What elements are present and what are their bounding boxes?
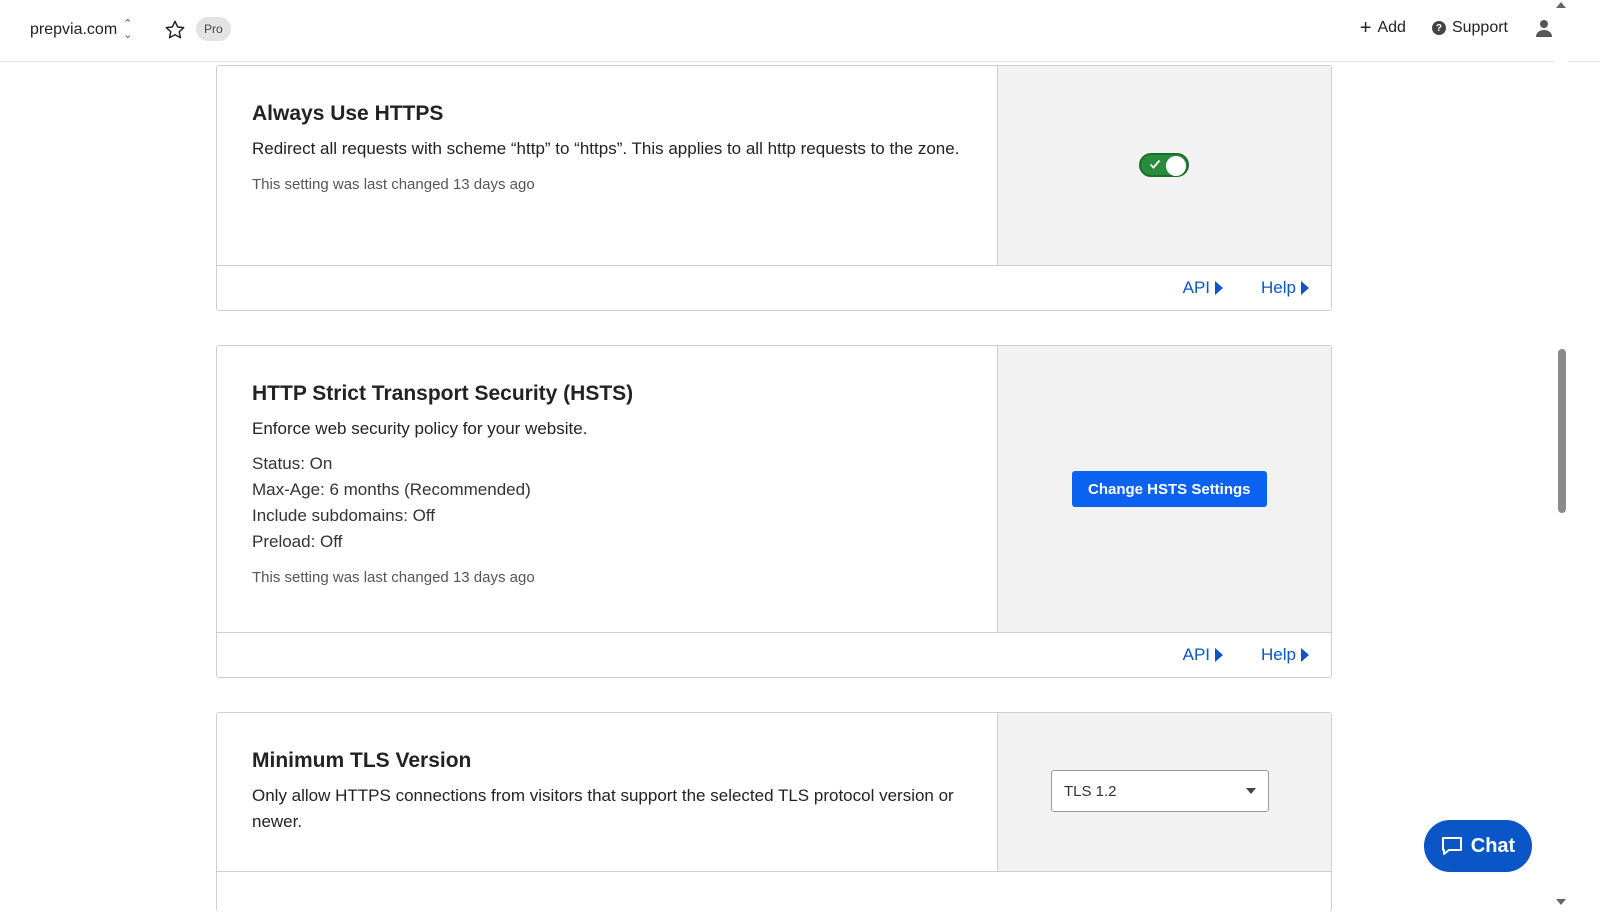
card-content: Always Use HTTPS Redirect all requests w… (217, 66, 998, 265)
top-bar: prepvia.com ⌃ ⌄ Pro + Add ? Support (0, 0, 1600, 62)
card-content: HTTP Strict Transport Security (HSTS) En… (217, 346, 998, 632)
card-description: Only allow HTTPS connections from visito… (252, 786, 954, 831)
caret-right-icon (1215, 281, 1224, 295)
card-title: Minimum TLS Version (252, 749, 472, 772)
zone-name: prepvia.com (30, 21, 118, 38)
caret-right-icon (1215, 648, 1224, 662)
card-description: Redirect all requests with scheme “http”… (252, 139, 960, 158)
toggle-knob (1166, 156, 1186, 176)
top-actions: + Add ? Support (1360, 18, 1554, 38)
card-footer: API Help (217, 265, 1331, 310)
add-button[interactable]: + Add (1360, 18, 1406, 38)
hsts-preload: Preload: Off (252, 532, 343, 551)
chat-bubble-icon (1441, 837, 1462, 855)
support-button[interactable]: ? Support (1431, 19, 1508, 37)
chat-button[interactable]: Chat (1424, 820, 1532, 872)
star-icon[interactable] (164, 19, 186, 41)
card-control-panel: Change HSTS Settings (998, 346, 1331, 632)
card-footer: API Help (217, 632, 1331, 677)
hsts-status-list: Status: On Max-Age: 6 months (Recommende… (252, 451, 961, 555)
api-link-label: API (1182, 278, 1211, 297)
chevron-up-down-icon: ⌃ ⌄ (123, 18, 133, 41)
support-label: Support (1451, 19, 1508, 36)
dropdown-arrow-icon (1246, 788, 1256, 794)
card-title: Always Use HTTPS (252, 102, 444, 125)
help-link-label: Help (1261, 278, 1296, 297)
chat-label: Chat (1470, 834, 1516, 857)
card-content: Minimum TLS Version Only allow HTTPS con… (217, 713, 998, 871)
check-icon (1149, 159, 1161, 169)
hsts-max-age: Max-Age: 6 months (Recommended) (252, 480, 531, 499)
user-icon[interactable] (1534, 18, 1554, 38)
always-https-toggle[interactable] (1139, 153, 1189, 177)
api-link-label: API (1182, 645, 1211, 664)
always-https-card: Always Use HTTPS Redirect all requests w… (216, 65, 1332, 311)
zone-selector[interactable]: prepvia.com ⌃ ⌄ (30, 19, 132, 41)
card-title: HTTP Strict Transport Security (HSTS) (252, 382, 634, 405)
help-circle-icon: ? (1431, 21, 1446, 35)
scroll-down-icon[interactable] (1556, 899, 1566, 905)
caret-right-icon (1301, 281, 1309, 295)
add-label: Add (1377, 19, 1406, 36)
min-tls-card: Minimum TLS Version Only allow HTTPS con… (216, 712, 1332, 912)
hsts-include-subdomains: Include subdomains: Off (252, 506, 436, 525)
tls-version-select[interactable]: TLS 1.2 (1051, 770, 1269, 812)
last-changed-text: This setting was last changed 13 days ag… (252, 569, 535, 586)
card-control-panel: TLS 1.2 (998, 713, 1331, 871)
scroll-up-icon[interactable] (1556, 2, 1566, 8)
help-link-label: Help (1261, 645, 1296, 664)
hsts-card: HTTP Strict Transport Security (HSTS) En… (216, 345, 1332, 678)
change-hsts-settings-button[interactable]: Change HSTS Settings (1072, 471, 1267, 507)
api-link[interactable]: API (1182, 278, 1224, 298)
tls-selected-value: TLS 1.2 (1064, 782, 1117, 800)
plus-icon: + (1359, 17, 1372, 39)
card-control-panel (998, 66, 1331, 265)
scrollbar-thumb[interactable] (1558, 349, 1566, 513)
help-link[interactable]: Help (1261, 278, 1309, 298)
caret-right-icon (1301, 648, 1309, 662)
card-description: Enforce web security policy for your web… (252, 419, 588, 438)
api-link[interactable]: API (1182, 645, 1224, 665)
plan-badge: Pro (196, 17, 231, 41)
last-changed-text: This setting was last changed 13 days ag… (252, 176, 535, 193)
hsts-status: Status: On (252, 454, 333, 473)
page-scrollbar[interactable] (1554, 0, 1568, 907)
help-link[interactable]: Help (1261, 645, 1309, 665)
